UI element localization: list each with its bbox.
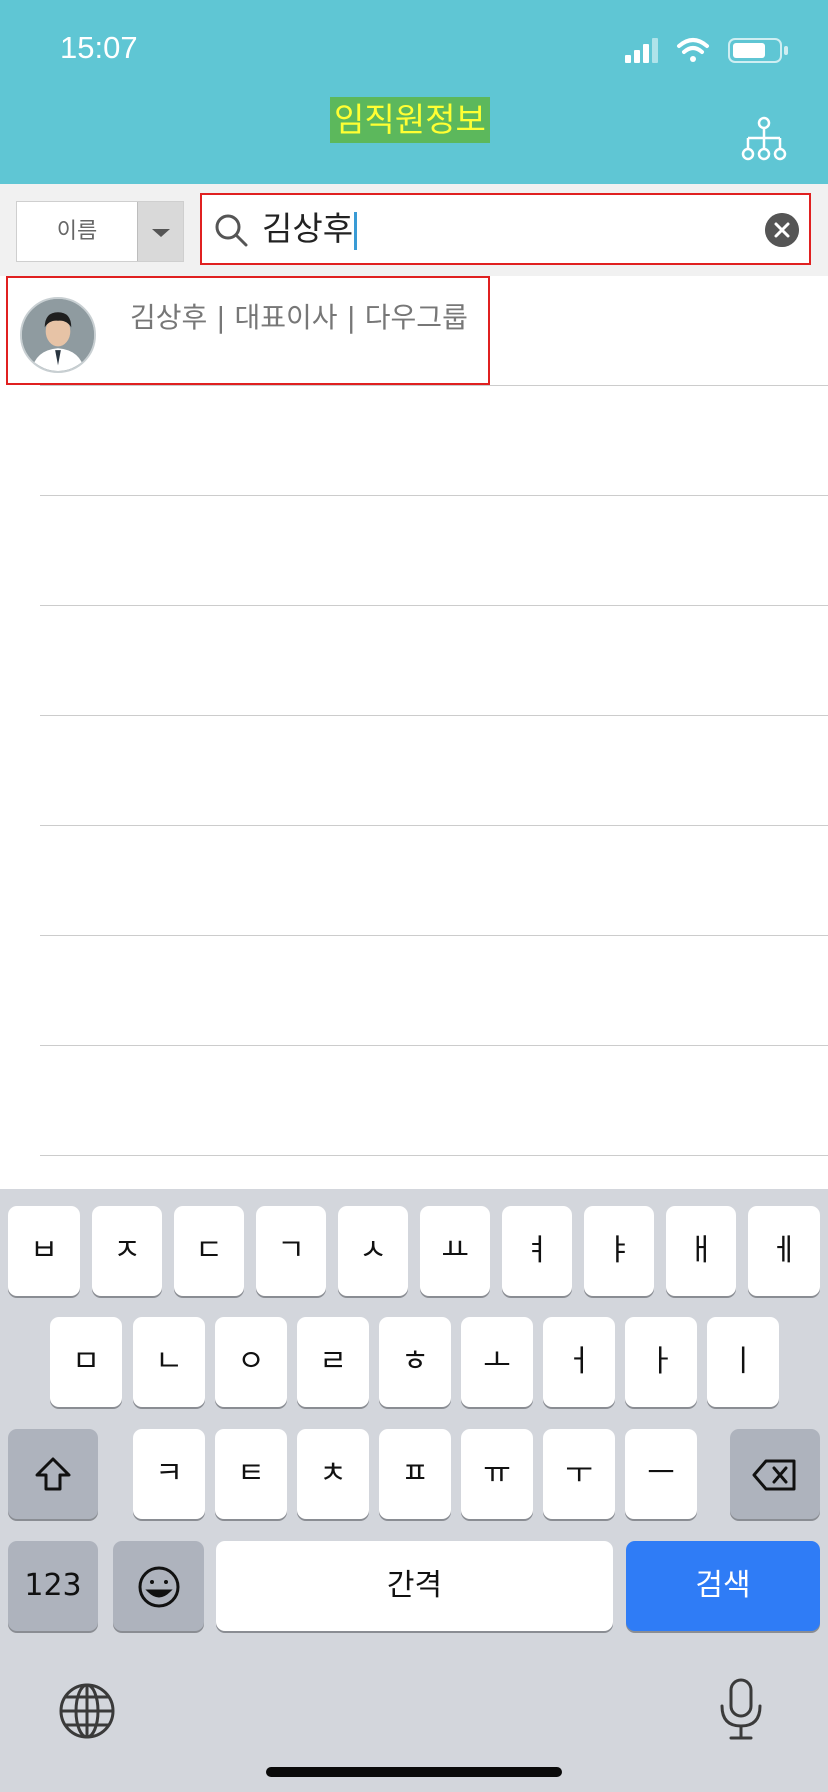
search-bar: 이름 김상후 bbox=[0, 184, 828, 276]
key[interactable]: ㅜ bbox=[543, 1429, 615, 1519]
search-key[interactable]: 검색 bbox=[626, 1541, 820, 1631]
search-input[interactable]: 김상후 bbox=[200, 193, 811, 265]
list-item[interactable]: 김상후 | 대표이사 | 다우그룹 bbox=[6, 276, 490, 385]
divider bbox=[40, 495, 828, 496]
key[interactable]: ㅡ bbox=[625, 1429, 697, 1519]
emoji-icon bbox=[138, 1566, 179, 1607]
search-filter-select[interactable]: 이름 bbox=[16, 201, 184, 262]
key[interactable]: ㄴ bbox=[133, 1317, 205, 1407]
divider bbox=[40, 825, 828, 826]
key[interactable]: ㅗ bbox=[461, 1317, 533, 1407]
key[interactable]: ㄱ bbox=[256, 1206, 326, 1296]
shift-key[interactable] bbox=[8, 1429, 98, 1519]
backspace-key[interactable] bbox=[730, 1429, 820, 1519]
key[interactable]: ㅔ bbox=[748, 1206, 820, 1296]
microphone-icon[interactable] bbox=[716, 1678, 766, 1740]
key[interactable]: ㄹ bbox=[297, 1317, 369, 1407]
key[interactable]: ㅣ bbox=[707, 1317, 779, 1407]
search-query: 김상후 bbox=[262, 209, 354, 248]
clear-icon[interactable] bbox=[765, 213, 799, 247]
search-icon bbox=[215, 214, 248, 247]
space-key[interactable]: 간격 bbox=[216, 1541, 613, 1631]
key[interactable]: ㅂ bbox=[8, 1206, 80, 1296]
result-name: 김상후 | 대표이사 | 다우그룹 bbox=[130, 301, 468, 334]
page-title: 임직원정보 bbox=[330, 97, 490, 143]
key[interactable]: ㅓ bbox=[543, 1317, 615, 1407]
home-indicator bbox=[266, 1767, 562, 1777]
chevron-down-icon[interactable] bbox=[137, 202, 183, 261]
keyboard: ㅂ ㅈ ㄷ ㄱ ㅅ ㅛ ㅕ ㅑ ㅐ ㅔ ㅁ ㄴ ㅇ ㄹ ㅎ ㅗ ㅓ ㅏ ㅣ ㅋ … bbox=[0, 1189, 828, 1792]
key[interactable]: ㅅ bbox=[338, 1206, 408, 1296]
status-time: 15:07 bbox=[60, 30, 138, 65]
text-caret bbox=[354, 211, 358, 250]
key[interactable]: ㅁ bbox=[50, 1317, 122, 1407]
org-chart-icon[interactable] bbox=[740, 116, 788, 162]
divider bbox=[40, 1045, 828, 1046]
globe-icon[interactable] bbox=[58, 1682, 116, 1740]
filter-label: 이름 bbox=[56, 219, 98, 244]
app-header: 15:07 임직원정보 bbox=[0, 0, 828, 184]
key[interactable]: ㅎ bbox=[379, 1317, 451, 1407]
avatar bbox=[20, 297, 96, 373]
key[interactable]: ㅋ bbox=[133, 1429, 205, 1519]
divider bbox=[40, 715, 828, 716]
key[interactable]: ㄷ bbox=[174, 1206, 244, 1296]
key[interactable]: ㅑ bbox=[584, 1206, 654, 1296]
battery-icon bbox=[728, 38, 788, 63]
key[interactable]: ㅌ bbox=[215, 1429, 287, 1519]
key[interactable]: ㅏ bbox=[625, 1317, 697, 1407]
key[interactable]: ㅛ bbox=[420, 1206, 490, 1296]
shift-icon bbox=[35, 1457, 71, 1490]
wifi-icon bbox=[677, 38, 709, 62]
divider bbox=[40, 1155, 828, 1156]
key[interactable]: ㅍ bbox=[379, 1429, 451, 1519]
key[interactable]: ㅠ bbox=[461, 1429, 533, 1519]
divider bbox=[40, 935, 828, 936]
key[interactable]: ㅕ bbox=[502, 1206, 572, 1296]
key[interactable]: ㅈ bbox=[92, 1206, 162, 1296]
key[interactable]: ㅇ bbox=[215, 1317, 287, 1407]
status-icons bbox=[625, 38, 788, 63]
divider bbox=[40, 605, 828, 606]
numbers-key[interactable]: 123 bbox=[8, 1541, 98, 1631]
divider bbox=[40, 385, 828, 386]
signal-icon bbox=[625, 38, 658, 63]
emoji-key[interactable] bbox=[113, 1541, 204, 1631]
key[interactable]: ㅊ bbox=[297, 1429, 369, 1519]
backspace-icon bbox=[752, 1459, 796, 1490]
key[interactable]: ㅐ bbox=[666, 1206, 736, 1296]
